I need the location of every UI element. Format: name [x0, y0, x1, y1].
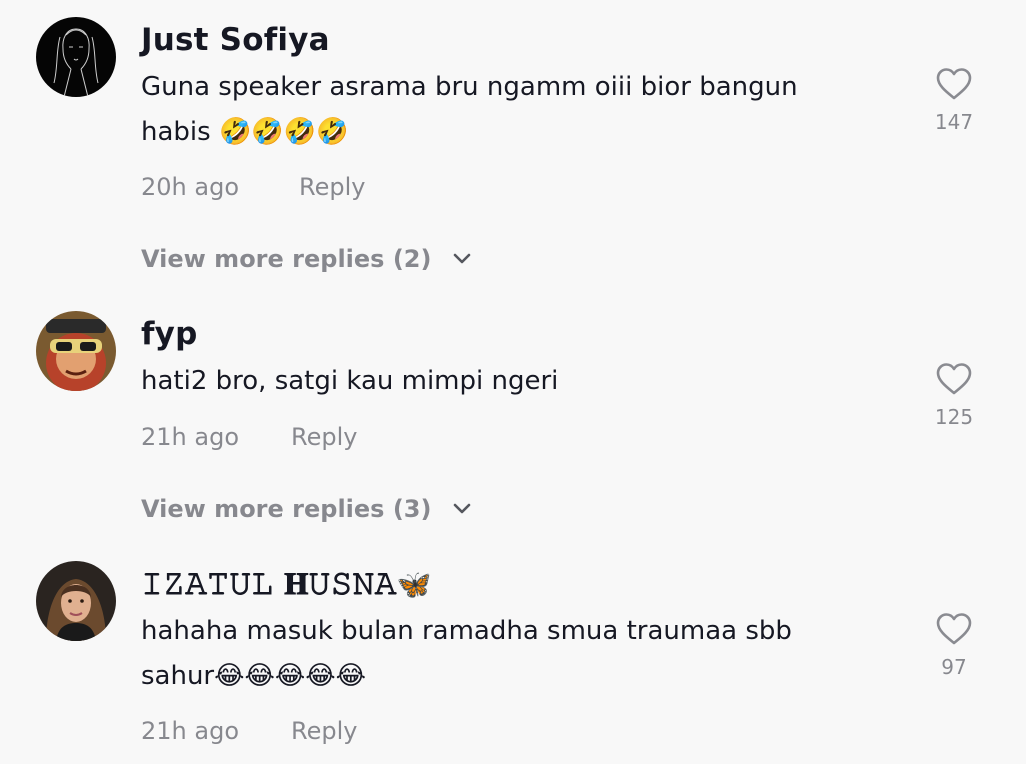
- photo-portrait-icon: [36, 561, 116, 641]
- reply-button[interactable]: Reply: [291, 423, 357, 451]
- like-count: 97: [941, 655, 967, 679]
- view-more-replies-button[interactable]: View more replies (3): [141, 495, 472, 523]
- chevron-down-icon: [453, 253, 471, 263]
- view-more-label: View more replies (3): [141, 495, 432, 523]
- comment-meta: 20h ago Reply: [141, 173, 365, 201]
- heart-outline-icon[interactable]: [936, 68, 972, 100]
- heart-outline-icon[interactable]: [936, 363, 972, 395]
- comment-text: hati2 bro, satgi kau mimpi ngeri: [141, 366, 559, 396]
- butterfly-emoji: 🦋: [396, 568, 432, 601]
- line-art-portrait-icon: [36, 17, 116, 97]
- avatar[interactable]: [36, 311, 116, 391]
- avatar[interactable]: [36, 561, 116, 641]
- comment-username[interactable]: fyp: [141, 316, 198, 352]
- like-count: 147: [934, 110, 974, 134]
- username-text: fyp: [141, 316, 198, 352]
- comment-list: Just Sofiya Guna speaker asrama bru ngam…: [0, 0, 1026, 764]
- heart-outline-icon[interactable]: [936, 613, 972, 645]
- like-area: 97: [918, 613, 990, 679]
- comment-time: 20h ago: [141, 173, 240, 201]
- cartoon-face-with-sunglasses-icon: [36, 311, 116, 391]
- like-area: 125: [918, 363, 990, 429]
- comment-username[interactable]: Just Sofiya: [141, 22, 330, 58]
- comment-username[interactable]: 𝙸𝚉𝙰𝚃𝚄𝙻 𝐇𝚄𝚂𝙽𝙰🦋: [141, 566, 432, 603]
- view-more-label: View more replies (2): [141, 245, 432, 273]
- username-text: Just Sofiya: [141, 22, 330, 58]
- comment-meta: 21h ago Reply: [141, 717, 357, 745]
- avatar[interactable]: [36, 17, 116, 97]
- comment-time: 21h ago: [141, 717, 240, 745]
- chevron-down-icon: [453, 503, 471, 513]
- view-more-replies-button[interactable]: View more replies (2): [141, 245, 472, 273]
- comment-text: hahaha masuk bulan ramadha smua traumaa …: [141, 616, 792, 691]
- reply-button[interactable]: Reply: [299, 173, 365, 201]
- like-area: 147: [918, 68, 990, 134]
- username-text: 𝙸𝚉𝙰𝚃𝚄𝙻 𝐇𝚄𝚂𝙽𝙰: [141, 566, 397, 602]
- comment-text: Guna speaker asrama bru ngamm oiii bior …: [141, 72, 798, 147]
- reply-button[interactable]: Reply: [291, 717, 357, 745]
- comment-meta: 21h ago Reply: [141, 423, 357, 451]
- comment-time: 21h ago: [141, 423, 240, 451]
- like-count: 125: [934, 405, 974, 429]
